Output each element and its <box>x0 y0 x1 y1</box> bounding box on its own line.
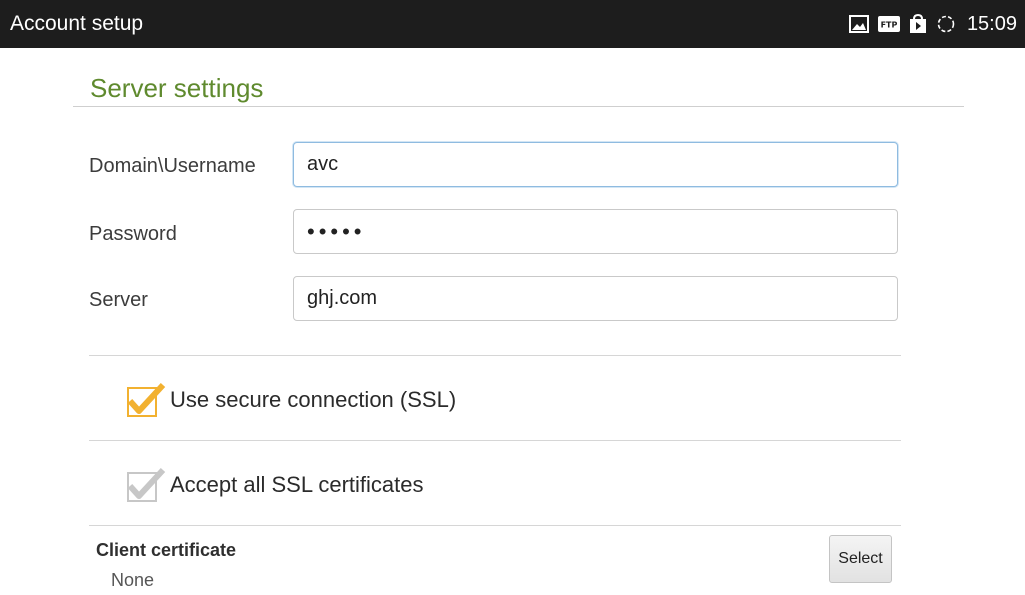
accept-all-certs-label: Accept all SSL certificates <box>170 472 424 497</box>
ssl-checkbox[interactable] <box>126 381 166 419</box>
section-divider <box>73 106 964 107</box>
ftp-icon-text: FTP <box>881 21 898 30</box>
image-icon <box>848 15 869 33</box>
ssl-label: Use secure connection (SSL) <box>170 387 457 412</box>
top-bar: Account setup FTP 15:09 <box>0 0 1025 48</box>
account-setup-screen: Account setup FTP 15:09 Server settings … <box>0 0 1025 595</box>
username-label: Domain\Username <box>89 155 256 177</box>
clock: 15:09 <box>966 12 1017 35</box>
ssl-option[interactable]: Use secure connection (SSL) <box>126 380 456 420</box>
ftp-icon: FTP <box>877 16 900 32</box>
server-label: Server <box>89 289 148 311</box>
password-label: Password <box>89 223 177 245</box>
status-icons: FTP 15:09 <box>848 0 1017 48</box>
divider <box>89 525 901 526</box>
section-title: Server settings <box>90 73 264 103</box>
password-field[interactable]: ••••• <box>293 209 898 254</box>
divider <box>89 355 901 356</box>
accept-all-certs-checkbox[interactable] <box>126 466 166 504</box>
username-field[interactable]: avc <box>293 142 898 187</box>
sync-icon <box>936 14 956 34</box>
server-field[interactable]: ghj.com <box>293 276 898 321</box>
select-certificate-button[interactable]: Select <box>829 535 892 583</box>
client-certificate-title: Client certificate <box>96 540 237 560</box>
window-title: Account setup <box>10 12 144 35</box>
divider <box>89 440 901 441</box>
checkmark-icon <box>127 382 166 414</box>
accept-all-certs-option[interactable]: Accept all SSL certificates <box>126 465 424 505</box>
store-icon <box>909 14 927 34</box>
checkmark-icon <box>127 467 166 499</box>
client-certificate-value: None <box>111 570 155 590</box>
